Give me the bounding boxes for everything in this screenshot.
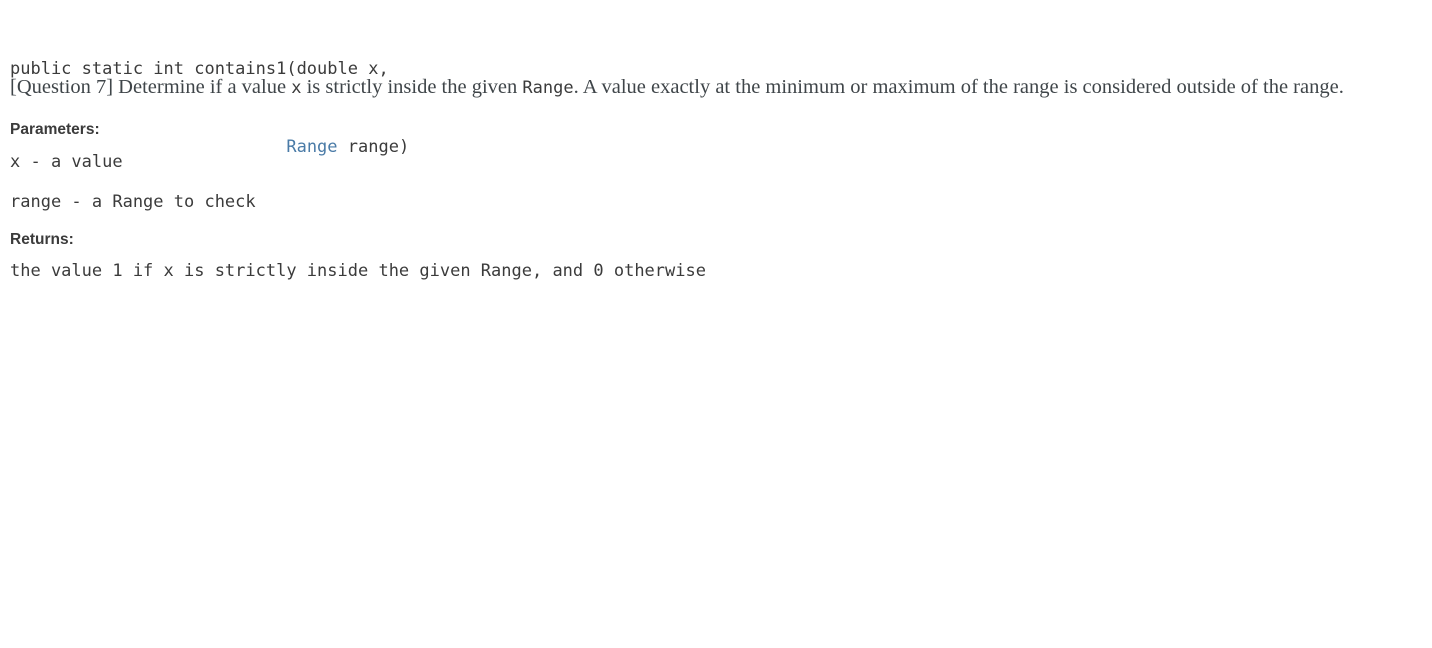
description-code-x: x xyxy=(291,78,302,98)
method-description: [Question 7] Determine if a value x is s… xyxy=(10,74,1410,101)
description-mid-1: is strictly inside the given xyxy=(301,76,523,98)
description-mid-2: . A value exactly at the minimum or maxi… xyxy=(573,76,1344,98)
description-code-range: Range xyxy=(522,78,574,98)
signature-line-2-rest: range) xyxy=(337,137,410,157)
range-type-link[interactable]: Range xyxy=(286,137,337,157)
returns-item: the value 1 if x is strictly inside the … xyxy=(10,261,706,281)
parameters-heading: Parameters: xyxy=(10,121,100,138)
method-signature: public static int contains1(double x, Ra… xyxy=(10,4,409,212)
parameter-item: range - a Range to check xyxy=(10,192,256,212)
description-prefix: [Question 7] Determine if a value xyxy=(10,76,292,98)
parameter-item: x - a value xyxy=(10,152,123,172)
returns-heading: Returns: xyxy=(10,231,74,248)
javadoc-method-page: public static int contains1(double x, Ra… xyxy=(0,0,1432,648)
